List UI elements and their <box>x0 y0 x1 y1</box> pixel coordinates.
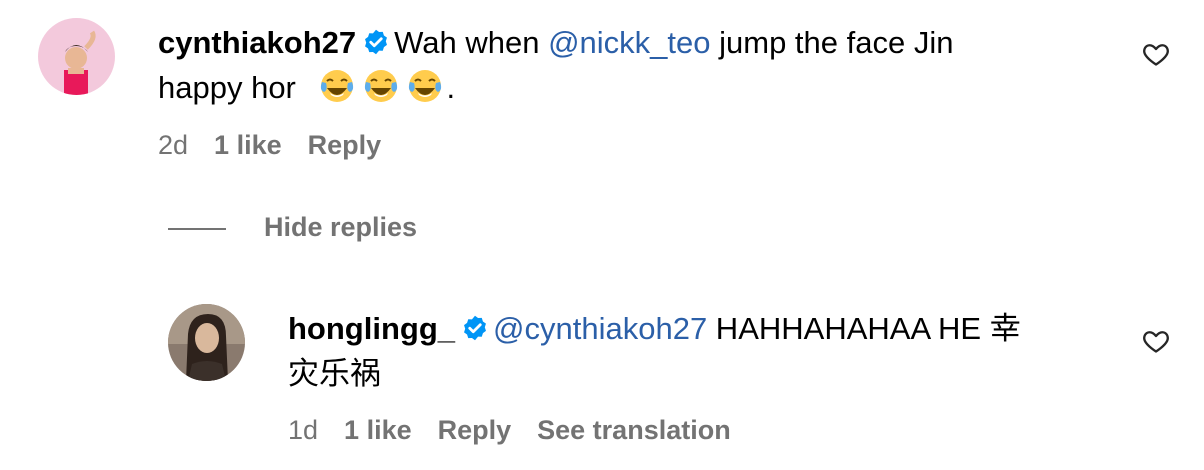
comment-reply-button[interactable]: Reply <box>308 130 382 160</box>
face-with-tears-of-joy-emoji <box>364 70 397 102</box>
hide-replies-divider <box>168 227 226 230</box>
reply-text-part1: HAHHAHAHAA HE 幸 <box>707 311 1021 346</box>
comment-mention-link[interactable]: @nickk_teo <box>548 25 710 60</box>
heart-outline-icon[interactable] <box>1142 40 1170 68</box>
comment-text-part2: jump the face Jin <box>710 25 954 60</box>
avatar-image <box>168 304 245 381</box>
avatar-image <box>38 18 115 95</box>
hide-replies-button[interactable]: Hide replies <box>168 212 417 243</box>
comment-username[interactable]: cynthiakoh27 <box>158 25 356 60</box>
comment-likes-link[interactable]: 1 like <box>214 130 282 160</box>
hide-replies-label: Hide replies <box>264 212 418 242</box>
comment-text-end: . <box>446 70 456 105</box>
face-with-tears-of-joy-emoji <box>320 70 353 102</box>
verified-badge-icon <box>365 29 388 55</box>
face-with-tears-of-joy-emoji <box>408 70 441 102</box>
reply-username[interactable]: honglingg_ <box>288 311 455 346</box>
see-translation-button[interactable]: See translation <box>537 415 731 445</box>
reply-body: honglingg_ @cynthiakoh27 HAHHAHAHAA HE 幸 … <box>288 306 1108 396</box>
avatar-honglingg[interactable] <box>168 304 245 381</box>
heart-outline-icon[interactable] <box>1142 327 1170 355</box>
reply-mention-link[interactable]: @cynthiakoh27 <box>493 311 707 346</box>
comment-meta: 2d 1 like Reply <box>158 130 407 161</box>
comment-text-line2: happy hor <box>158 70 296 105</box>
reply-reply-button[interactable]: Reply <box>438 415 512 445</box>
reply-meta: 1d 1 like Reply See translation <box>288 415 757 446</box>
reply-text-line2: 灾乐祸 <box>288 356 381 391</box>
comment-text-part1: Wah when <box>394 25 549 60</box>
comment-time: 2d <box>158 130 189 160</box>
comment-body: cynthiakoh27 Wah when @nickk_teo jump the… <box>158 20 1058 110</box>
reply-likes-link[interactable]: 1 like <box>344 415 412 445</box>
avatar-cynthiakoh27[interactable] <box>38 18 115 95</box>
reply-time: 1d <box>288 415 319 445</box>
verified-badge-icon <box>464 315 486 341</box>
